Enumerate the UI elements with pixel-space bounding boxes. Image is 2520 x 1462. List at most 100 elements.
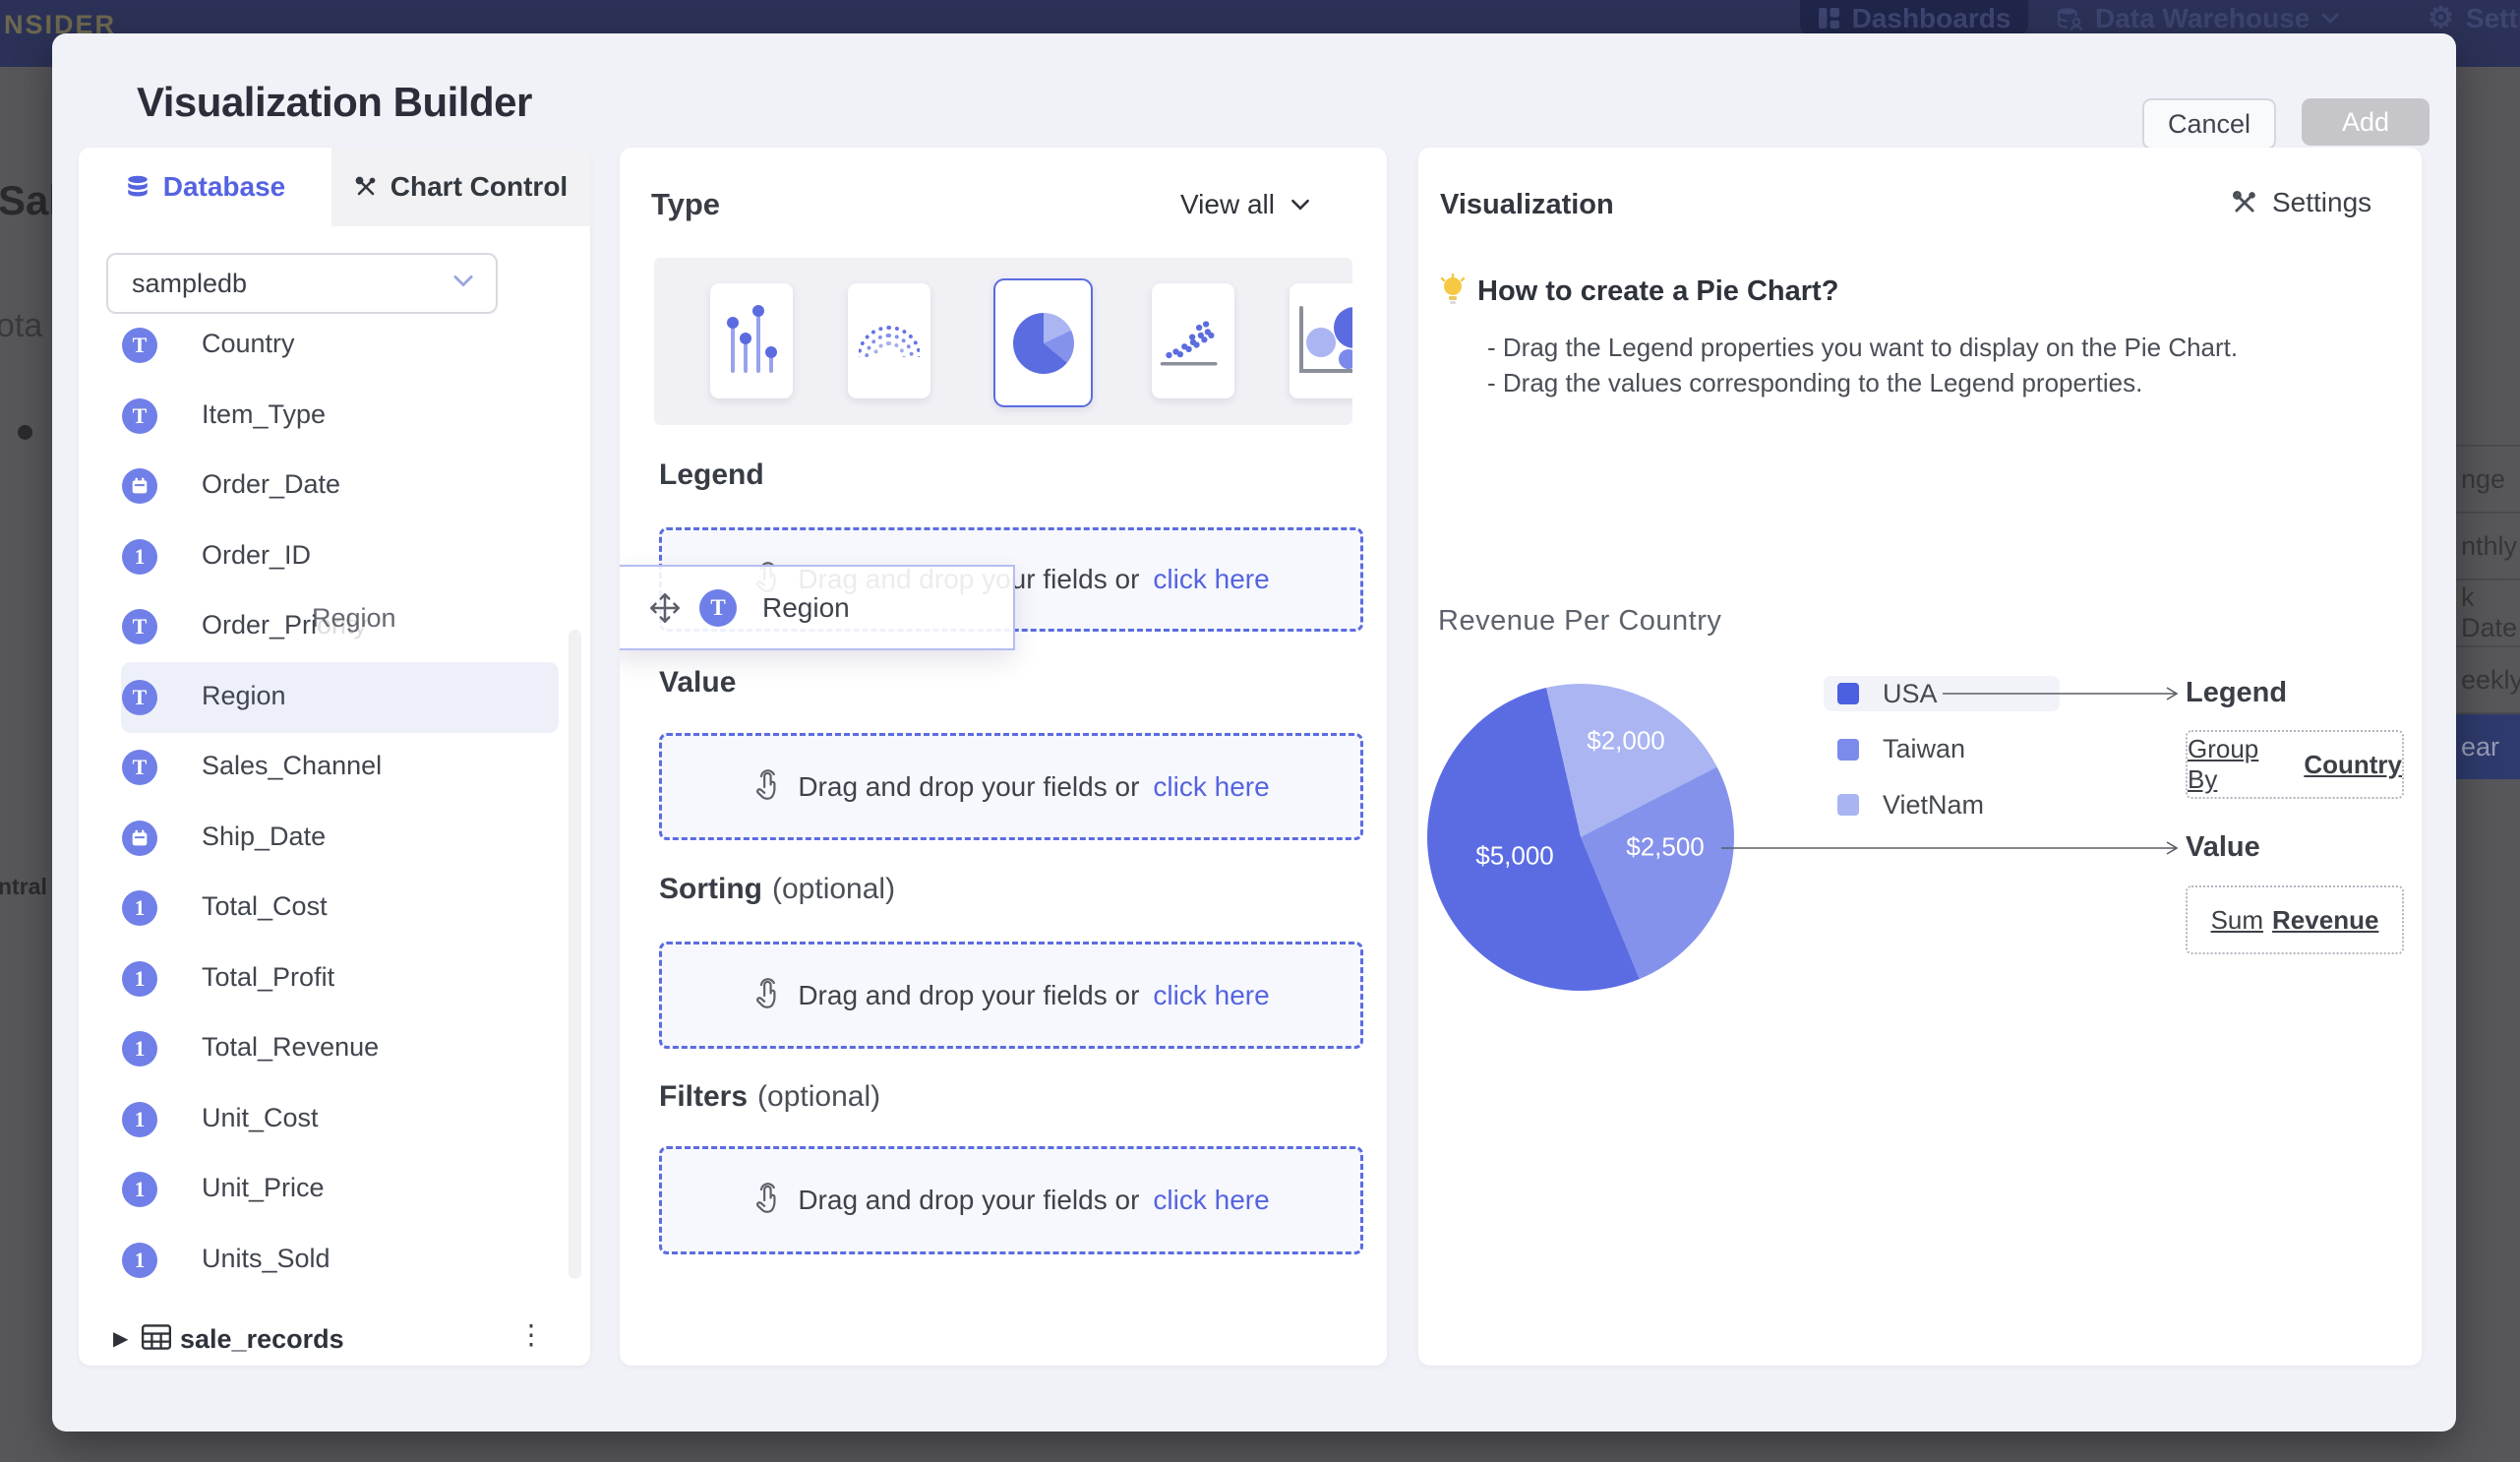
field-row[interactable]: T Sales_Channel: [79, 732, 590, 803]
background-menu-item: eekly: [2456, 647, 2520, 714]
field-row[interactable]: T Item_Type: [79, 381, 590, 452]
view-all-label: View all: [1180, 189, 1275, 220]
tools-icon: [2231, 189, 2258, 216]
field-name: Total_Cost: [202, 891, 328, 922]
legend-callout-label: Legend: [2186, 677, 2287, 709]
hand-tap-icon: [752, 769, 784, 805]
chevron-down-icon: [1290, 199, 1310, 212]
field-name: Order_Date: [202, 469, 340, 500]
chart-type-lollipop[interactable]: [710, 283, 793, 398]
field-row[interactable]: 1 Unit_Price: [79, 1154, 590, 1225]
legend-item[interactable]: VietNam: [1824, 787, 2060, 822]
background-menu-item: k Date: [2456, 580, 2520, 647]
field-name: Units_Sold: [202, 1244, 330, 1274]
legend-item[interactable]: Taiwan: [1824, 732, 2060, 767]
background-menu-item: nge: [2456, 445, 2520, 514]
settings-label: Settings: [2272, 187, 2371, 218]
chart-type-bubble[interactable]: [1290, 283, 1352, 398]
number-field-icon: 1: [122, 1243, 157, 1278]
dashboard-grid-icon: [1818, 7, 1840, 30]
chart-type-strip: [654, 258, 1352, 425]
group-by-field: Country: [2304, 750, 2402, 780]
nav-data-warehouse[interactable]: Data Warehouse: [2056, 0, 2339, 36]
dropzone-click-here-link[interactable]: click here: [1153, 771, 1269, 803]
visualization-title: Visualization: [1440, 189, 1614, 221]
legend-item-label: Taiwan: [1883, 734, 1965, 764]
filters-dropzone[interactable]: Drag and drop your fields or click here: [659, 1146, 1363, 1254]
lightbulb-icon: [1438, 274, 1468, 307]
nav-dashboards[interactable]: Dashboards: [1800, 0, 2028, 36]
tab-database[interactable]: Database: [79, 148, 331, 226]
field-row[interactable]: Ship_Date: [79, 803, 590, 874]
add-button[interactable]: Add: [2302, 98, 2430, 146]
dropzone-click-here-link[interactable]: click here: [1153, 1185, 1269, 1216]
chevron-down-icon: [452, 274, 474, 288]
visualization-panel: Visualization Settings How to create a P…: [1418, 148, 2422, 1366]
view-all-button[interactable]: View all: [1180, 189, 1310, 220]
legend-section-label: Legend: [659, 458, 774, 492]
background-menu-item: ear: [2456, 714, 2520, 779]
scatter-chart-icon: [1159, 312, 1228, 371]
database-icon: [125, 174, 150, 200]
field-row[interactable]: 1 Units_Sold: [79, 1225, 590, 1296]
field-row[interactable]: 1 Total_Revenue: [79, 1013, 590, 1084]
field-row[interactable]: 1 Total_Cost: [79, 873, 590, 944]
bullet-dot: [18, 425, 32, 440]
kebab-menu-icon[interactable]: ⋮: [517, 1318, 545, 1351]
tab-chart-control[interactable]: Chart Control: [331, 148, 590, 226]
tip-line: - Drag the Legend properties you want to…: [1487, 333, 2238, 363]
database-select[interactable]: sampledb: [106, 253, 498, 314]
field-name: Unit_Price: [202, 1173, 325, 1203]
field-row[interactable]: T Region: [79, 662, 590, 733]
search-icon[interactable]: [588, 264, 590, 303]
group-by-country-box[interactable]: Group By Country: [2186, 730, 2404, 799]
screen: NSIDER Dashboards Data Warehouse ⚙ Setti…: [0, 0, 2520, 1462]
table-row-sale-records[interactable]: ▶ sale_records ⋮: [79, 1309, 590, 1366]
nav-settings[interactable]: ⚙ Settings: [2428, 0, 2520, 36]
text-field-icon: T: [122, 680, 157, 715]
value-callout-label: Value: [2186, 831, 2260, 864]
background-dropdown-menu: ngenthlyk Dateeeklyear: [2456, 445, 2520, 779]
cancel-button[interactable]: Cancel: [2142, 98, 2276, 150]
settings-button[interactable]: Settings: [2231, 187, 2371, 218]
field-row[interactable]: 1 Unit_Cost: [79, 1084, 590, 1155]
field-name: Unit_Cost: [202, 1103, 319, 1133]
pie-slice-value: $2,000: [1587, 726, 1665, 757]
chart-type-arc[interactable]: [848, 283, 930, 398]
nav-settings-label: Settings: [2466, 3, 2520, 34]
chart-type-scatter[interactable]: [1152, 283, 1234, 398]
field-name: Country: [202, 329, 295, 359]
legend-swatch: [1837, 794, 1859, 816]
chart-type-pie[interactable]: [993, 278, 1093, 407]
group-by-label: Group By: [2188, 734, 2295, 795]
dropzone-text: Drag and drop your fields or: [798, 1185, 1139, 1216]
sorting-dropzone[interactable]: Drag and drop your fields or click here: [659, 942, 1363, 1049]
database-panel: Database Chart Control sampledb T Countr…: [79, 148, 590, 1366]
move-icon: [646, 589, 684, 627]
pie-chart-icon: [1013, 313, 1074, 374]
background-label-fragment: ntral: [0, 874, 47, 900]
tab-database-label: Database: [163, 171, 286, 203]
field-row[interactable]: 1 Order_ID: [79, 521, 590, 592]
scrollbar-thumb[interactable]: [569, 630, 581, 1279]
field-name: Region: [202, 681, 286, 711]
field-name: Order_ID: [202, 540, 311, 571]
sum-revenue-box[interactable]: Sum Revenue: [2186, 885, 2404, 954]
dropzone-click-here-link[interactable]: click here: [1153, 564, 1269, 595]
date-field-icon: [122, 468, 157, 504]
legend-callout-arrow: [1943, 686, 2184, 701]
value-dropzone[interactable]: Drag and drop your fields or click here: [659, 733, 1363, 840]
background-subtitle-fragment: ota: [0, 307, 42, 345]
field-name: Sales_Channel: [202, 751, 382, 781]
caret-right-icon[interactable]: ▶: [113, 1326, 128, 1351]
field-row[interactable]: T Country: [79, 310, 590, 381]
legend-item-label: USA: [1883, 679, 1938, 709]
type-section-label: Type: [651, 187, 720, 222]
modal-title: Visualization Builder: [137, 79, 532, 126]
field-row[interactable]: 1 Total_Profit: [79, 944, 590, 1014]
dropzone-click-here-link[interactable]: click here: [1153, 980, 1269, 1011]
field-name: Total_Revenue: [202, 1032, 379, 1063]
field-row[interactable]: Order_Date: [79, 451, 590, 521]
pie-slice-value: $2,500: [1626, 832, 1705, 863]
dragged-field-chip[interactable]: T Region: [620, 565, 1015, 650]
